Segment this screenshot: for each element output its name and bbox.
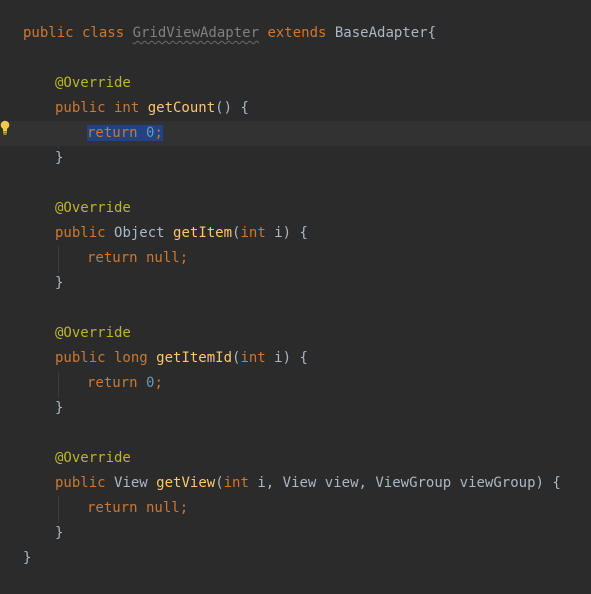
code-token: getView [156, 475, 216, 491]
code-token: public class [23, 25, 133, 41]
code-line-text: } [55, 521, 63, 546]
code-line[interactable]: public int getCount() { [0, 96, 591, 121]
code-token: return [87, 375, 147, 391]
code-line[interactable]: } [0, 146, 591, 171]
code-token: @Override [55, 200, 131, 216]
code-line[interactable]: public class GridViewAdapter extends Bas… [0, 21, 591, 46]
code-token: GridViewAdapter [132, 25, 260, 41]
code-line-text: public class GridViewAdapter extends Bas… [23, 21, 436, 46]
code-token: int [223, 475, 258, 491]
code-line[interactable]: @Override [0, 71, 591, 96]
code-line[interactable]: } [0, 396, 591, 421]
code-token: } [55, 400, 64, 416]
code-token: ( [215, 475, 224, 491]
code-token: i) { [274, 225, 308, 241]
code-line-text: return 0; [87, 371, 163, 396]
code-line[interactable]: public View getView(int i, View view, Vi… [0, 471, 591, 496]
code-token: extends [259, 25, 335, 41]
code-line-text: @Override [55, 321, 131, 346]
code-line-text: public int getCount() { [55, 96, 249, 121]
code-line[interactable] [0, 171, 591, 196]
code-line-text: @Override [55, 196, 131, 221]
code-line-text: } [55, 271, 63, 296]
code-line[interactable]: public Object getItem(int i) { [0, 221, 591, 246]
code-token: } [55, 150, 64, 166]
code-editor[interactable]: public class GridViewAdapter extends Bas… [0, 0, 591, 594]
code-line[interactable]: @Override [0, 321, 591, 346]
selected-code-token: ; [154, 125, 163, 141]
code-token: @Override [55, 75, 131, 91]
code-line-text: } [55, 396, 63, 421]
code-token: public int [55, 100, 148, 116]
code-token: i, [257, 475, 283, 491]
code-line[interactable] [0, 421, 591, 446]
code-line[interactable]: @Override [0, 196, 591, 221]
code-token: Object [114, 225, 174, 241]
code-token: return null; [87, 250, 189, 266]
code-token: } [23, 550, 32, 566]
code-token: View view, ViewGroup viewGroup) { [282, 475, 561, 491]
lightbulb-icon[interactable] [0, 120, 10, 136]
code-token: public [55, 225, 115, 241]
code-line[interactable] [0, 46, 591, 71]
code-line-text: return null; [87, 496, 188, 521]
code-line[interactable]: return 0; [0, 121, 591, 146]
code-line-text: } [23, 546, 31, 571]
code-token: i) { [274, 350, 308, 366]
code-line-text: } [55, 146, 63, 171]
selected-code-token: return [87, 125, 147, 141]
code-line-text: public long getItemId(int i) { [55, 346, 308, 371]
code-line-text: return null; [87, 246, 188, 271]
code-token: } [55, 275, 64, 291]
code-token: public long [55, 350, 157, 366]
code-line[interactable] [0, 296, 591, 321]
code-token: int [240, 350, 275, 366]
code-token: @Override [55, 450, 131, 466]
code-line-text: return 0; [87, 121, 163, 146]
code-line[interactable]: public long getItemId(int i) { [0, 346, 591, 371]
code-line[interactable]: } [0, 521, 591, 546]
code-token: return null; [87, 500, 189, 516]
code-token: ; [154, 375, 163, 391]
code-line-text: @Override [55, 71, 131, 96]
code-token: BaseAdapter{ [334, 25, 437, 41]
code-token: getItemId [156, 350, 233, 366]
code-token: } [55, 525, 64, 541]
code-token: getItem [173, 225, 233, 241]
code-line[interactable]: } [0, 271, 591, 296]
code-token: getCount [147, 100, 216, 116]
code-token: View [114, 475, 157, 491]
code-line-text: public Object getItem(int i) { [55, 221, 308, 246]
code-line[interactable]: @Override [0, 446, 591, 471]
code-line[interactable]: } [0, 546, 591, 571]
code-line-text: public View getView(int i, View view, Vi… [55, 471, 561, 496]
code-token: () { [215, 100, 249, 116]
code-line[interactable]: return 0; [0, 371, 591, 396]
code-line[interactable]: return null; [0, 496, 591, 521]
code-token: int [240, 225, 275, 241]
code-token: public [55, 475, 115, 491]
code-token: @Override [55, 325, 131, 341]
code-line-text: @Override [55, 446, 131, 471]
code-line[interactable]: return null; [0, 246, 591, 271]
